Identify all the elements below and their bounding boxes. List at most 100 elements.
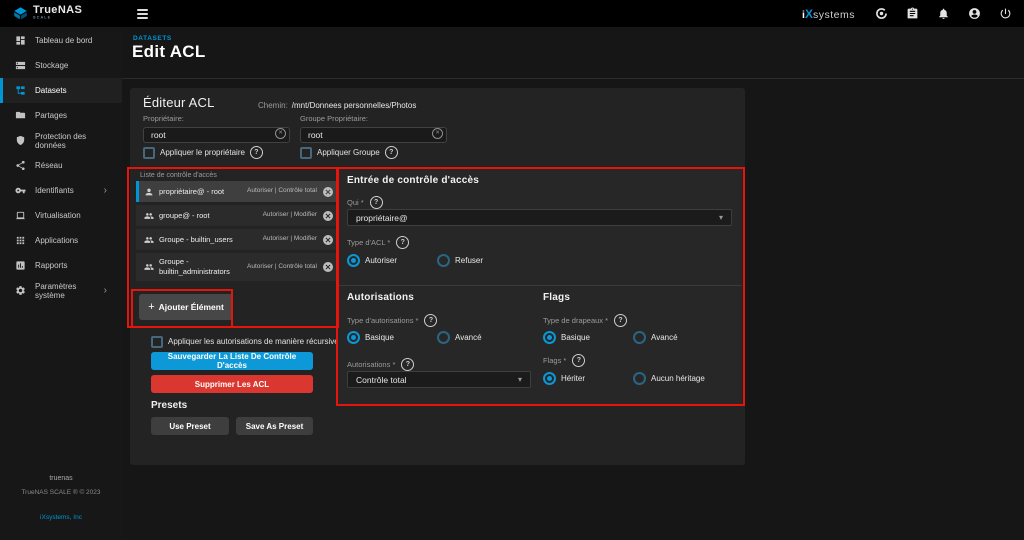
sidebar-item-parametres-systeme[interactable]: Paramètres système › bbox=[0, 278, 122, 303]
sidebar-item-stockage[interactable]: Stockage bbox=[0, 53, 122, 78]
remove-entry-icon[interactable] bbox=[322, 186, 334, 198]
clear-group-icon[interactable]: ✕ bbox=[432, 128, 443, 139]
help-icon[interactable]: ? bbox=[396, 236, 409, 249]
presets-title: Presets bbox=[151, 400, 187, 411]
sidebar-item-virtualisation[interactable]: Virtualisation bbox=[0, 203, 122, 228]
permissions-select[interactable]: Contrôle total ▾ bbox=[347, 371, 531, 388]
ixsystems-link[interactable]: iXsystems, Inc bbox=[40, 514, 82, 521]
page-title: Edit ACL bbox=[132, 42, 206, 62]
acl-list-item[interactable]: Groupe - builtin_users Autoriser | Modif… bbox=[136, 229, 339, 250]
radio-perm-avance[interactable]: Avancé bbox=[437, 331, 482, 344]
help-icon[interactable]: ? bbox=[385, 146, 398, 159]
sidebar-item-reseau[interactable]: Réseau bbox=[0, 153, 122, 178]
help-icon[interactable]: ? bbox=[401, 358, 414, 371]
who-select[interactable]: propriétaire@ ▾ bbox=[347, 209, 732, 226]
account-icon[interactable] bbox=[962, 0, 987, 27]
radio-icon bbox=[437, 331, 450, 344]
radio-aucun-heritage[interactable]: Aucun héritage bbox=[633, 372, 705, 385]
group-owner-field[interactable] bbox=[300, 127, 447, 143]
sidebar-item-datasets[interactable]: Datasets bbox=[0, 78, 122, 103]
acl-list-item[interactable]: Groupe - builtin_administrators Autorise… bbox=[136, 253, 339, 281]
sidebar-item-tableau-de-bord[interactable]: Tableau de bord bbox=[0, 28, 122, 53]
chevron-right-icon: › bbox=[104, 186, 107, 196]
remove-entry-icon[interactable] bbox=[322, 210, 334, 222]
help-icon[interactable]: ? bbox=[370, 196, 383, 209]
truecommand-icon[interactable] bbox=[869, 0, 894, 27]
flags-label-row: Flags * ? bbox=[543, 354, 585, 367]
hostname: truenas bbox=[0, 472, 122, 486]
save-acl-button[interactable]: Sauvegarder La Liste De Contrôle D'accès bbox=[151, 352, 313, 370]
laptop-icon bbox=[15, 210, 26, 221]
radio-flags-basique[interactable]: Basique bbox=[543, 331, 633, 344]
shield-icon bbox=[15, 135, 26, 146]
apps-grid-icon bbox=[15, 235, 26, 246]
radio-icon bbox=[633, 372, 646, 385]
network-icon bbox=[15, 160, 26, 171]
sidebar-item-identifiants[interactable]: Identifiants › bbox=[0, 178, 122, 203]
copyright: TrueNAS SCALE ® © 2023 bbox=[0, 486, 122, 499]
jobs-icon[interactable] bbox=[900, 0, 925, 27]
brand-name: TrueNAS bbox=[33, 5, 82, 16]
help-icon[interactable]: ? bbox=[250, 146, 263, 159]
radio-perm-basique[interactable]: Basique bbox=[347, 331, 437, 344]
acl-editor-card: Éditeur ACL Chemin: /mnt/Donnees personn… bbox=[130, 88, 745, 465]
truenas-edit-acl-screen: TrueNAS SCALE iXsystems Tablea bbox=[0, 0, 1024, 540]
strip-acl-button[interactable]: Supprimer Les ACL bbox=[151, 375, 313, 393]
owner-label: Propriétaire: bbox=[143, 114, 184, 123]
recursive-checkbox[interactable] bbox=[151, 336, 163, 348]
acl-type-label-row: Type d'ACL * ? bbox=[347, 236, 409, 249]
acl-type-radio-group: Autoriser Refuser bbox=[347, 254, 483, 267]
acl-list-item[interactable]: groupe@ - root Autoriser | Modifier bbox=[136, 205, 339, 226]
add-item-button[interactable]: + Ajouter Élément bbox=[139, 294, 233, 320]
apply-group-checkbox[interactable] bbox=[300, 147, 312, 159]
help-icon[interactable]: ? bbox=[424, 314, 437, 327]
sidebar-item-applications[interactable]: Applications bbox=[0, 228, 122, 253]
ixsystems-logo: iXsystems bbox=[802, 7, 855, 21]
radio-heriter[interactable]: Hériter bbox=[543, 372, 633, 385]
use-preset-button[interactable]: Use Preset bbox=[151, 417, 229, 435]
who-label-row: Qui * ? bbox=[347, 196, 383, 209]
truenas-logo-icon bbox=[13, 6, 28, 21]
flags-radio-group: Hériter Aucun héritage bbox=[543, 372, 705, 385]
radio-refuser[interactable]: Refuser bbox=[437, 254, 483, 267]
truenas-logo: TrueNAS SCALE bbox=[0, 0, 122, 27]
sidebar-item-rapports[interactable]: Rapports bbox=[0, 253, 122, 278]
alerts-bell-icon[interactable] bbox=[931, 0, 956, 27]
sidebar-item-partages[interactable]: Partages bbox=[0, 103, 122, 128]
radio-icon bbox=[347, 331, 360, 344]
radio-icon bbox=[543, 331, 556, 344]
shares-folder-icon bbox=[15, 110, 26, 121]
radio-autoriser[interactable]: Autoriser bbox=[347, 254, 437, 267]
radio-icon bbox=[347, 254, 360, 267]
radio-flags-avance[interactable]: Avancé bbox=[633, 331, 678, 344]
acl-editor-title: Éditeur ACL bbox=[143, 95, 215, 110]
help-icon[interactable]: ? bbox=[572, 354, 585, 367]
sidebar: Tableau de bord Stockage Datasets Partag… bbox=[0, 27, 122, 540]
reports-chart-icon bbox=[15, 260, 26, 271]
flags-type-radio-group: Basique Avancé bbox=[543, 331, 678, 344]
help-icon[interactable]: ? bbox=[614, 314, 627, 327]
perm-type-label-row: Type d'autorisations * ? bbox=[347, 314, 437, 327]
remove-entry-icon[interactable] bbox=[322, 261, 334, 273]
sidebar-footer: truenas TrueNAS SCALE ® © 2023 iXsystems… bbox=[0, 472, 122, 540]
perm-type-radio-group: Basique Avancé bbox=[347, 331, 482, 344]
header-divider bbox=[122, 78, 1024, 79]
remove-entry-icon[interactable] bbox=[322, 234, 334, 246]
key-icon bbox=[15, 185, 26, 196]
power-icon[interactable] bbox=[993, 0, 1018, 27]
brand-sub: SCALE bbox=[33, 16, 64, 20]
sidebar-item-protection-des-donnees[interactable]: Protection des données bbox=[0, 128, 122, 153]
group-owner-label: Groupe Propriétaire: bbox=[300, 114, 368, 123]
dashboard-icon bbox=[15, 35, 26, 46]
save-as-preset-button[interactable]: Save As Preset bbox=[236, 417, 313, 435]
clear-owner-icon[interactable]: ✕ bbox=[275, 128, 286, 139]
owner-field[interactable] bbox=[143, 127, 290, 143]
flags-title: Flags bbox=[543, 292, 570, 303]
menu-icon[interactable] bbox=[133, 5, 152, 23]
apply-owner-checkbox[interactable] bbox=[143, 147, 155, 159]
permissions-title: Autorisations bbox=[347, 292, 414, 303]
breadcrumb[interactable]: DATASETS bbox=[133, 35, 172, 42]
acl-list-item[interactable]: propriétaire@ - root Autoriser | Contrôl… bbox=[136, 181, 339, 202]
recursive-checkbox-row: Appliquer les autorisations de manière r… bbox=[151, 335, 357, 348]
dataset-path: Chemin: /mnt/Donnees personnelles/Photos bbox=[258, 101, 416, 110]
